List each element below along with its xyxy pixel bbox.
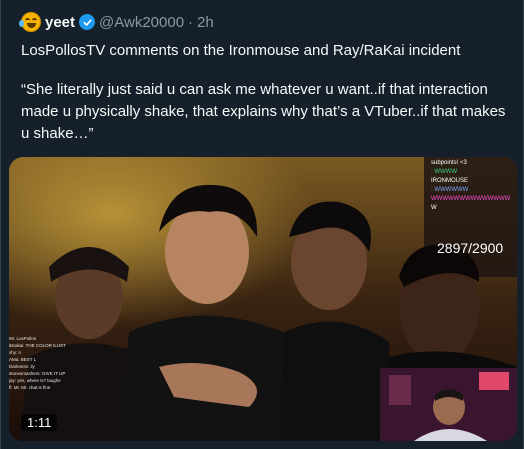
viewer-count: 2897/2900	[437, 240, 504, 256]
left-chat-overlay: Mr. LosPollos itsrakai: THE COLOR ILUST …	[9, 335, 104, 391]
chat-line: IRONMOUSE	[431, 178, 469, 184]
tweet-timestamp[interactable]: 2h	[197, 14, 214, 31]
chat-line: Mr. LosPollos	[9, 336, 37, 341]
chat-line: itsrakai: THE COLOR ILUST	[9, 343, 66, 348]
video-duration: 1:11	[21, 414, 58, 431]
chat-line: fl: Mr. Mr. chat is fine	[9, 385, 51, 390]
chat-line: shy: n	[9, 350, 22, 355]
user-handle[interactable]: @Awk20000	[99, 14, 184, 31]
chat-line: AMa: BEST L	[9, 357, 37, 362]
tweet-quote-text: “She literally just said u can ask me wh…	[21, 81, 506, 142]
tweet-text: LosPollosTV comments on the Ironmouse an…	[21, 42, 461, 59]
chat-line: : WWWWWW	[431, 187, 469, 193]
chat-line: jay: yes, where is? laughs	[9, 378, 61, 383]
tears-of-joy-emoji-icon	[19, 12, 41, 32]
chat-line: stonesmashers: GIVE IT UP	[9, 371, 66, 376]
chat-line: : WWWW	[431, 169, 457, 175]
chat-line: subpoints! <3	[431, 160, 467, 166]
tweet-card[interactable]: yeet @Awk20000 · 2h LosPollosTV comments…	[0, 0, 524, 449]
verified-badge-icon	[79, 14, 96, 30]
chat-line: Darkness: ily	[9, 364, 35, 369]
separator-dot: ·	[188, 13, 194, 31]
tweet-header: yeet @Awk20000 · 2h	[19, 11, 214, 33]
display-name[interactable]: yeet	[45, 14, 75, 31]
stream-chat: subpoints! <3 : WWWW IRONMOUSE : WWWWWW …	[431, 159, 517, 213]
chat-line: W	[431, 205, 437, 211]
chat-line: WWWWWWWWWWWWWW	[431, 196, 511, 202]
video-player[interactable]: subpoints! <3 : WWWW IRONMOUSE : WWWWWW …	[9, 157, 517, 441]
